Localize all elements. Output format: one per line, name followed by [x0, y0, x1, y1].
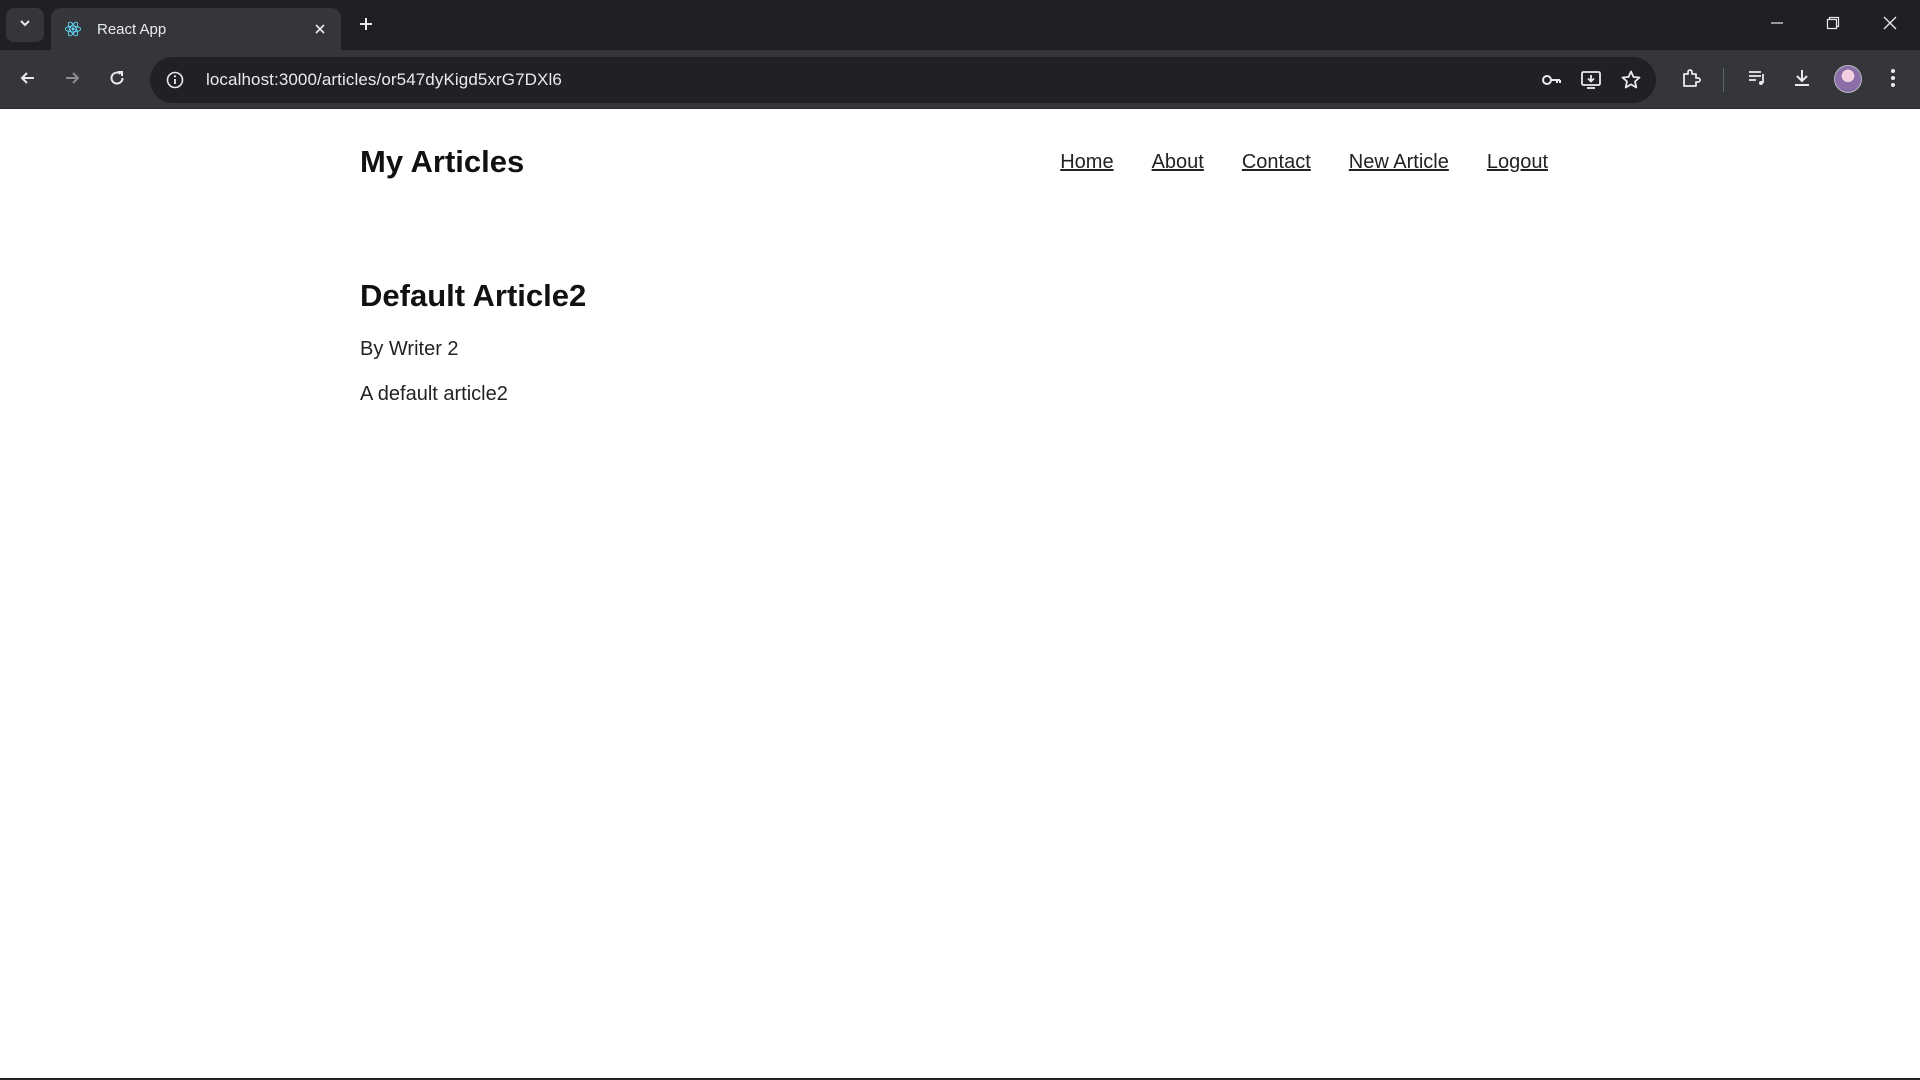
article-body: A default article2 — [360, 383, 508, 405]
url-text[interactable]: localhost:3000/articles/or547dyKigd5xrG7… — [206, 70, 562, 90]
tab-title: React App — [97, 20, 167, 38]
article: Default Article2 By Writer 2 A default a… — [360, 278, 586, 428]
browser-toolbar: localhost:3000/articles/or547dyKigd5xrG7… — [0, 50, 1920, 109]
install-app-icon[interactable] — [1578, 67, 1604, 93]
chevron-down-icon — [18, 16, 32, 35]
tab-strip: React App — [0, 0, 1920, 50]
arrow-right-icon — [63, 69, 81, 92]
media-controls-button[interactable] — [1739, 62, 1775, 98]
nav-logout-link[interactable]: Logout — [1487, 151, 1548, 174]
react-logo-icon — [63, 19, 83, 39]
toolbar-divider — [1723, 68, 1724, 92]
playlist-icon — [1746, 67, 1768, 94]
plus-icon — [358, 16, 374, 37]
nav-home-link[interactable]: Home — [1060, 151, 1113, 174]
nav-new-article-link[interactable]: New Article — [1349, 151, 1449, 174]
restore-button[interactable] — [1810, 8, 1856, 42]
site-header: My Articles Home About Contact New Artic… — [360, 138, 1548, 186]
downloads-button[interactable] — [1784, 62, 1820, 98]
reload-button[interactable] — [99, 62, 135, 98]
main-nav: Home About Contact New Article Logout — [1060, 151, 1548, 174]
article-byline: By Writer 2 — [360, 338, 459, 360]
more-vertical-icon — [1890, 68, 1896, 93]
address-bar[interactable]: localhost:3000/articles/or547dyKigd5xrG7… — [150, 57, 1656, 103]
minimize-icon — [1770, 16, 1784, 35]
browser-menu-button[interactable] — [1875, 62, 1911, 98]
site-info-icon[interactable] — [162, 67, 188, 93]
bookmark-star-icon[interactable] — [1618, 67, 1644, 93]
address-bar-actions — [1538, 57, 1644, 103]
close-icon — [1883, 16, 1897, 35]
arrow-left-icon — [19, 69, 37, 92]
puzzle-icon — [1680, 67, 1702, 94]
page-content: My Articles Home About Contact New Artic… — [0, 110, 1920, 1078]
site-title: My Articles — [360, 144, 525, 179]
password-key-icon[interactable] — [1538, 67, 1564, 93]
article-title: Default Article2 — [360, 278, 587, 313]
back-button[interactable] — [10, 62, 46, 98]
profile-avatar[interactable] — [1834, 65, 1862, 93]
restore-icon — [1826, 16, 1840, 35]
close-window-button[interactable] — [1867, 8, 1913, 42]
tab-search-button[interactable] — [6, 8, 44, 42]
forward-button[interactable] — [54, 62, 90, 98]
reload-icon — [108, 69, 126, 92]
new-tab-button[interactable] — [352, 12, 380, 40]
nav-contact-link[interactable]: Contact — [1242, 151, 1311, 174]
browser-tab[interactable]: React App — [51, 8, 341, 50]
extensions-button[interactable] — [1673, 62, 1709, 98]
download-icon — [1791, 67, 1813, 94]
nav-about-link[interactable]: About — [1152, 151, 1204, 174]
close-tab-icon[interactable] — [309, 18, 331, 40]
minimize-button[interactable] — [1754, 8, 1800, 42]
